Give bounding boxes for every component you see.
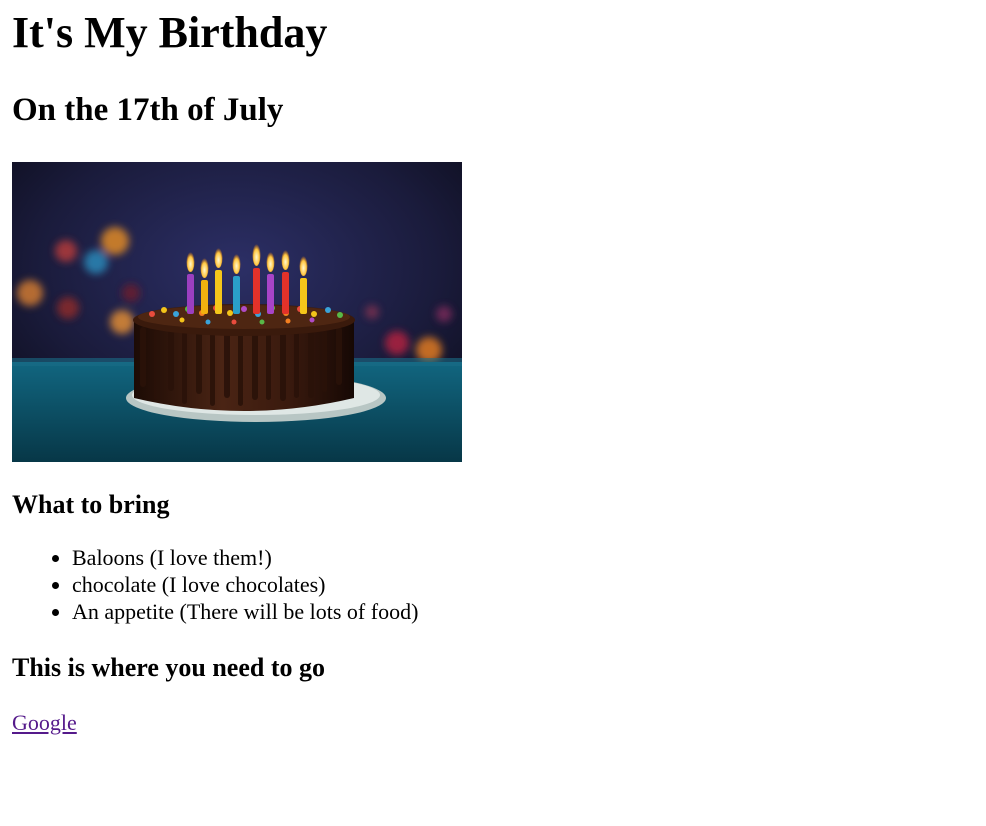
page-title: It's My Birthday: [12, 8, 328, 57]
what-to-bring-heading: What to bring: [12, 490, 170, 519]
page-content: It's My Birthday On the 17th of July Wha…: [12, 0, 972, 737]
page-subtitle: On the 17th of July: [12, 92, 284, 128]
birthday-cake-image: [12, 162, 462, 462]
directions-paragraph: Google: [12, 709, 972, 737]
google-link[interactable]: Google: [12, 710, 77, 735]
list-item: An appetite (There will be lots of food): [72, 598, 972, 625]
list-item: Baloons (I love them!): [72, 544, 972, 571]
list-item: chocolate (I love chocolates): [72, 571, 972, 598]
directions-heading: This is where you need to go: [12, 653, 325, 682]
bring-list: Baloons (I love them!) chocolate (I love…: [12, 544, 972, 625]
